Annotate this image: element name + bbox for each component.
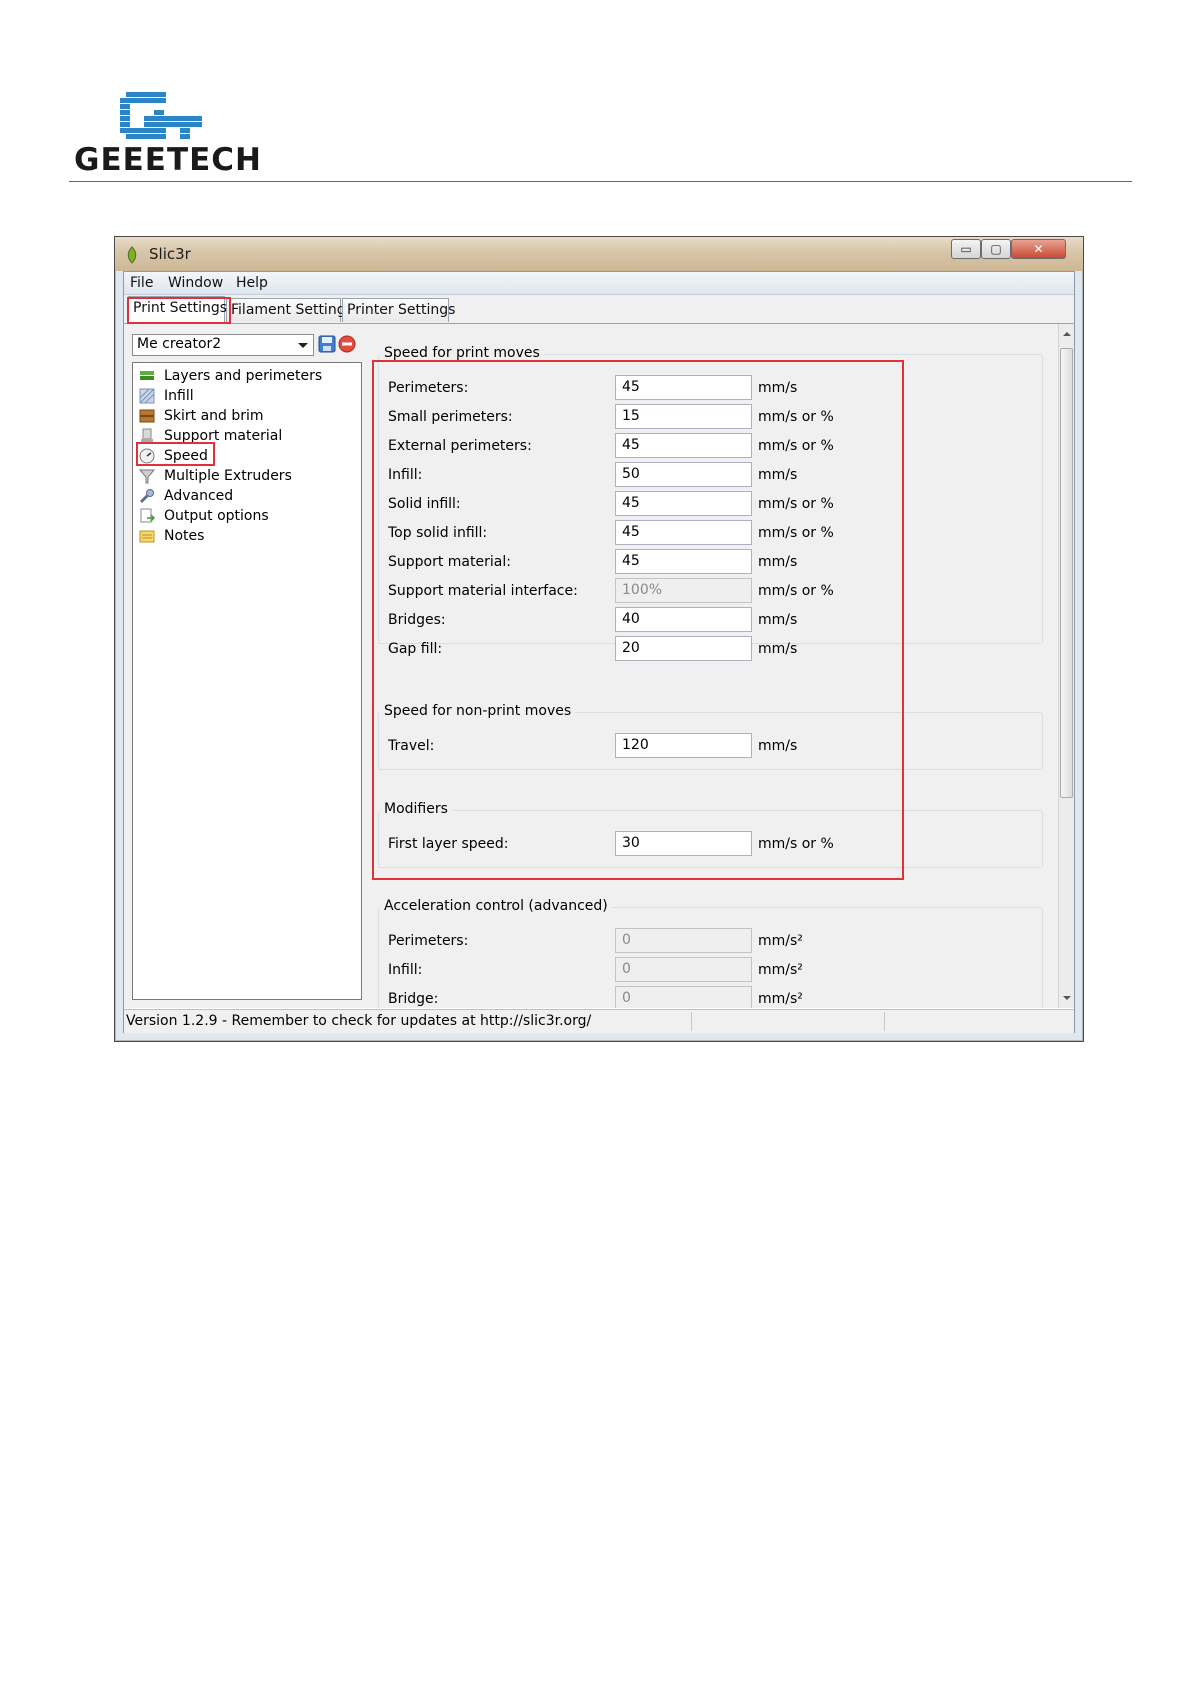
tab-printer-settings[interactable]: Printer Settings [342, 298, 455, 322]
sidebar-item-extruders[interactable]: Multiple Extruders [139, 465, 292, 487]
brim-icon [139, 409, 155, 423]
group-title-acceleration: Acceleration control (advanced) [380, 898, 612, 914]
menu-help[interactable]: Help [236, 275, 268, 291]
sidebar-item-notes[interactable]: Notes [139, 525, 204, 547]
scroll-down-icon[interactable] [1063, 996, 1071, 1000]
sidebar-item-label: Layers and perimeters [164, 368, 323, 384]
delete-preset-icon[interactable] [338, 335, 356, 353]
menu-bar: File Window Help [124, 272, 1074, 295]
save-preset-icon[interactable] [318, 335, 336, 353]
sidebar-item-label: Multiple Extruders [164, 468, 292, 484]
header-rule [69, 181, 1132, 182]
scroll-up-icon[interactable] [1063, 332, 1071, 336]
geeetech-logo-mark [120, 92, 202, 139]
speed-section-highlight [372, 360, 904, 880]
sidebar-item-label: Output options [164, 508, 269, 524]
slic3r-window: Slic3r ▭ ▢ ✕ File Window Help Print Sett… [114, 236, 1084, 1042]
speed-item-highlight [136, 442, 215, 466]
chevron-down-icon [298, 343, 308, 348]
input-accel-bridge[interactable]: 0 [615, 986, 752, 1008]
unit-accel-bridge: mm/s² [758, 991, 803, 1007]
unit-accel-perimeters: mm/s² [758, 933, 803, 949]
status-separator [691, 1012, 692, 1031]
speed-settings-page: Speed for print moves Perimeters: 45 mm/… [368, 324, 1058, 1008]
funnel-icon [139, 469, 155, 484]
scroll-thumb[interactable] [1060, 348, 1073, 798]
vertical-scrollbar[interactable] [1058, 324, 1074, 1008]
sidebar-item-layers[interactable]: Layers and perimeters [139, 365, 322, 387]
menu-window[interactable]: Window [168, 275, 223, 291]
sidebar-item-output[interactable]: Output options [139, 505, 269, 527]
close-button[interactable]: ✕ [1011, 239, 1066, 259]
status-separator [884, 1012, 885, 1031]
status-bar: Version 1.2.9 - Remember to check for up… [124, 1009, 1074, 1033]
print-settings-panel: Me creator2 Layers and perimeters Infill… [124, 324, 1074, 1008]
print-settings-tab-highlight [127, 297, 231, 324]
label-accel-bridge: Bridge: [388, 991, 439, 1007]
sidebar-item-advanced[interactable]: Advanced [139, 485, 233, 507]
sidebar-item-skirt[interactable]: Skirt and brim [139, 405, 264, 427]
menu-file[interactable]: File [130, 275, 153, 291]
sidebar-item-label: Infill [164, 388, 194, 404]
sidebar-item-label: Notes [164, 528, 205, 544]
input-accel-infill[interactable]: 0 [615, 957, 752, 982]
settings-tabs: Print Settings Filament Settings Printer… [124, 295, 1074, 324]
layers-icon [140, 371, 154, 380]
slic3r-app-icon [127, 246, 137, 264]
infill-icon [139, 388, 155, 404]
maximize-button[interactable]: ▢ [981, 239, 1011, 259]
sidebar-item-infill[interactable]: Infill [139, 385, 194, 407]
status-text: Version 1.2.9 - Remember to check for up… [126, 1013, 592, 1029]
wrench-icon [139, 489, 154, 504]
sidebar-item-label: Skirt and brim [164, 408, 264, 424]
label-accel-infill: Infill: [388, 962, 423, 978]
unit-accel-infill: mm/s² [758, 962, 803, 978]
preset-selected: Me creator2 [137, 336, 222, 352]
minimize-button[interactable]: ▭ [951, 239, 981, 259]
geeetech-logo: GEEETECH [74, 90, 261, 180]
tab-filament-settings[interactable]: Filament Settings [226, 298, 353, 322]
title-bar[interactable]: Slic3r ▭ ▢ ✕ [115, 237, 1083, 271]
note-icon [139, 530, 155, 543]
window-title: Slic3r [149, 245, 191, 263]
preset-dropdown[interactable]: Me creator2 [132, 334, 314, 356]
logo-text: GEEETECH [74, 142, 262, 178]
output-icon [140, 508, 155, 523]
label-accel-perimeters: Perimeters: [388, 933, 469, 949]
window-client: File Window Help Print Settings Filament… [123, 271, 1075, 1033]
sidebar-item-label: Advanced [164, 488, 234, 504]
group-title-print-moves: Speed for print moves [380, 345, 544, 361]
input-accel-perimeters[interactable]: 0 [615, 928, 752, 953]
